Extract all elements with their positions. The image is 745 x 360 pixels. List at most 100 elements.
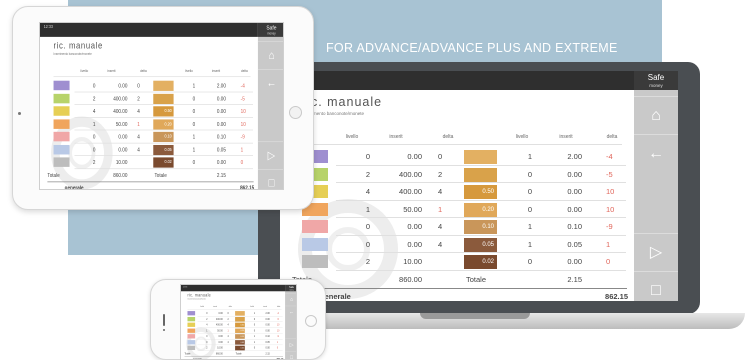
coin-swatch: 0.50	[464, 185, 497, 199]
right-level: 0	[192, 158, 196, 166]
right-value[interactable]: 0.00	[548, 169, 582, 181]
right-value[interactable]: 0.05	[548, 239, 582, 251]
right-delta: 10	[240, 107, 246, 115]
right-level: 0	[253, 317, 256, 321]
right-value[interactable]: 0.00	[548, 186, 582, 198]
back-arrow-button[interactable]: ←	[285, 305, 296, 319]
right-level: 0	[192, 94, 196, 102]
banknote-swatch	[302, 255, 328, 268]
right-value[interactable]: 2.00	[205, 81, 226, 90]
back-arrow-button[interactable]: ←	[257, 69, 283, 97]
left-delta	[137, 158, 146, 167]
table-row: 4 400.00 4 0.50 0 0.00 10	[40, 105, 258, 118]
table-row: 2 400.00 2 0 0.00 -5	[280, 166, 634, 183]
right-value[interactable]: 0.00	[205, 158, 226, 167]
right-delta: 10	[276, 329, 280, 333]
right-value[interactable]: 0.10	[548, 221, 582, 233]
left-delta: 1	[227, 329, 229, 333]
right-value[interactable]: 2.00	[548, 151, 582, 163]
left-value[interactable]: 400.00	[380, 186, 422, 198]
right-value[interactable]: 0.10	[260, 335, 269, 339]
back-arrow-icon: ←	[648, 145, 664, 162]
right-value[interactable]: 0.00	[260, 329, 269, 333]
left-value[interactable]: 0.00	[380, 239, 422, 251]
tablet-home-button[interactable]	[289, 106, 302, 119]
left-value[interactable]: 400.00	[210, 317, 223, 321]
left-level: 4	[365, 187, 370, 196]
coin-swatch	[464, 167, 497, 182]
left-value[interactable]: 10.00	[102, 158, 128, 167]
left-value[interactable]: 0.00	[210, 335, 222, 339]
right-level: 1	[192, 133, 196, 140]
left-delta: 2	[438, 169, 443, 179]
left-level: 0	[365, 152, 370, 161]
banknote-swatch	[302, 220, 328, 233]
right-value[interactable]: 2.00	[260, 311, 269, 315]
left-level: 1	[365, 204, 370, 214]
left-value[interactable]: 400.00	[102, 94, 127, 103]
right-value[interactable]: 0.00	[260, 323, 269, 327]
brand-subtitle: money	[267, 31, 276, 36]
left-value[interactable]: 0.00	[210, 311, 222, 315]
right-delta: 10	[606, 204, 615, 214]
table-row: 0 0.00 4 0.05 1 0.05 1	[280, 236, 634, 253]
left-value[interactable]: 0.00	[102, 133, 127, 142]
phone-home-button[interactable]	[305, 315, 317, 327]
row-divider	[336, 269, 626, 271]
right-value[interactable]: 0.05	[260, 340, 269, 344]
left-value[interactable]: 400.00	[102, 107, 127, 116]
table-row: 2 10.00 0.02 0 0.00 0	[40, 156, 258, 169]
play-button[interactable]: ▷	[257, 141, 283, 169]
home-button[interactable]: ⌂	[634, 96, 678, 134]
page-title: ric. manuale	[302, 95, 383, 109]
right-delta: 10	[240, 120, 246, 128]
right-delta: -9	[606, 222, 613, 231]
right-value[interactable]: 0.00	[548, 256, 582, 268]
right-value[interactable]: 0.00	[205, 120, 226, 129]
right-value[interactable]: 0.05	[205, 145, 226, 154]
left-value[interactable]: 0.00	[380, 151, 422, 163]
right-value[interactable]: 0.00	[205, 107, 226, 116]
home-button[interactable]: ⌂	[285, 293, 296, 306]
top-bar: 12:33	[181, 285, 286, 292]
banknote-swatch	[187, 311, 196, 316]
right-delta: -9	[240, 133, 245, 140]
right-value[interactable]: 0.00	[260, 317, 269, 321]
home-button[interactable]: ⌂	[257, 41, 283, 69]
right-delta: -5	[606, 169, 613, 179]
brand-subtitle: money	[649, 83, 663, 88]
right-level: 0	[527, 257, 532, 266]
left-value[interactable]: 0.00	[210, 340, 222, 344]
left-level: 0	[365, 222, 370, 231]
left-value[interactable]: 10.00	[380, 256, 422, 268]
banknote-swatch	[187, 328, 196, 333]
left-value[interactable]: 0.00	[102, 81, 127, 90]
right-value[interactable]: 0.00	[260, 346, 269, 350]
left-value[interactable]: 0.00	[380, 221, 422, 233]
column-header-right: delta	[241, 69, 248, 74]
stop-button[interactable]: □	[634, 271, 678, 301]
left-value[interactable]: 50.00	[102, 120, 128, 129]
stop-button[interactable]: □	[257, 169, 283, 189]
left-value[interactable]: 0.00	[102, 145, 127, 154]
left-value[interactable]: 10.00	[210, 346, 223, 350]
column-header-left: delta	[140, 69, 147, 74]
left-value[interactable]: 400.00	[380, 169, 422, 181]
right-value[interactable]: 0.00	[205, 94, 226, 103]
right-value[interactable]: 0.10	[205, 133, 226, 142]
back-arrow-button[interactable]: ←	[634, 134, 678, 172]
page-title: ric. manuale	[187, 292, 212, 298]
table-row: 0 0.00 0 1 2.00 -4	[280, 148, 634, 166]
table-row: 2 400.00 2 0 0.00 -5	[40, 92, 258, 105]
right-value[interactable]: 0.00	[548, 204, 582, 216]
play-button[interactable]: ▷	[634, 233, 678, 271]
table-row: 0 0.00 4 0.10 1 0.10 -9	[280, 218, 634, 236]
stop-button[interactable]: □	[285, 351, 296, 359]
right-sidebar: Safe money ⌂ ← ▷ □	[634, 71, 678, 301]
play-button[interactable]: ▷	[285, 338, 296, 351]
left-value[interactable]: 50.00	[210, 329, 223, 333]
right-delta: 0	[276, 346, 279, 350]
left-value[interactable]: 400.00	[210, 323, 223, 327]
left-level: 0	[92, 133, 96, 140]
left-value[interactable]: 50.00	[380, 204, 422, 216]
